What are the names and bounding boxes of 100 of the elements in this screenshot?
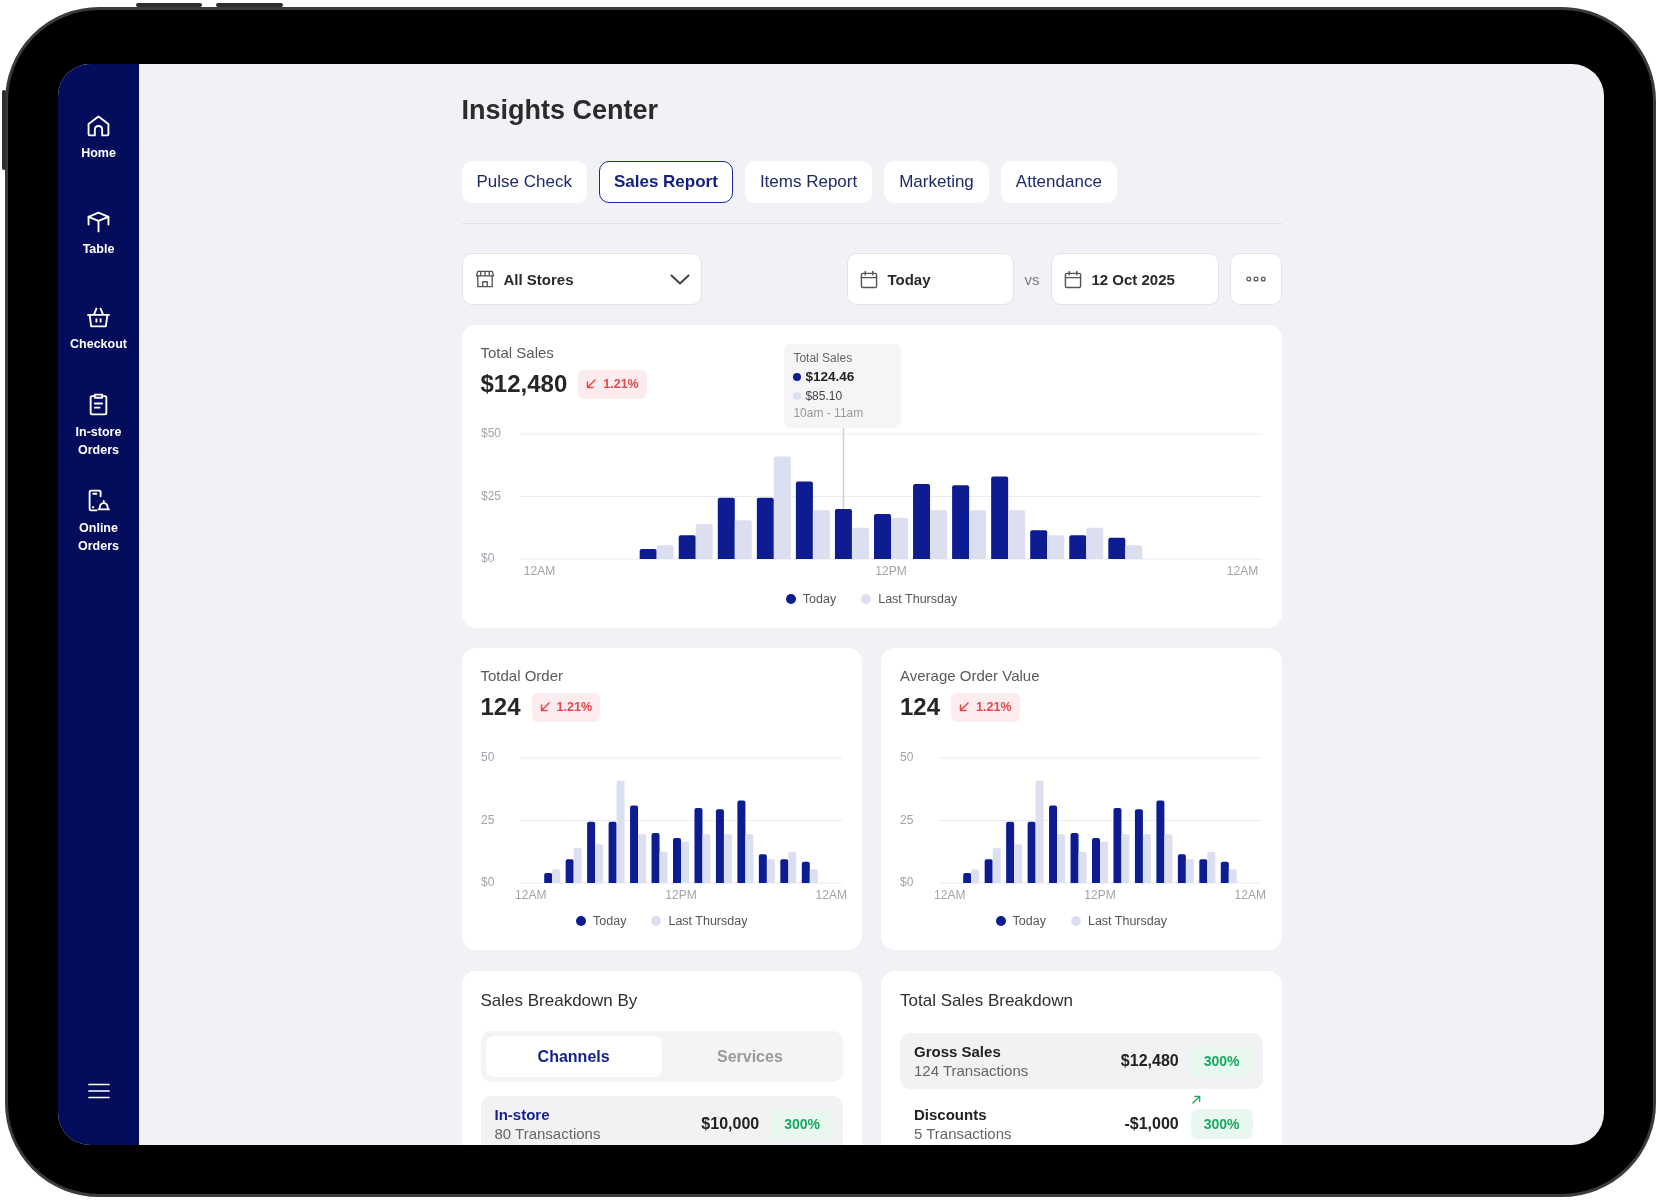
axis-label: 12AM <box>1226 564 1258 579</box>
frame-bump <box>136 3 202 7</box>
chart-bar <box>963 873 972 883</box>
axis-label: 12AM <box>815 888 847 903</box>
chart-bar <box>873 514 891 559</box>
chart-bar <box>1177 854 1186 883</box>
transaction-count: 80 Transactions <box>494 1124 601 1143</box>
store-icon <box>474 270 495 288</box>
tooltip-title: Total Sales <box>793 350 853 366</box>
chart-bar <box>656 545 674 559</box>
chart-bar <box>766 859 775 883</box>
menu-button[interactable] <box>87 1083 110 1099</box>
metric-value: 124 <box>900 692 941 722</box>
axis-label: 12AM <box>523 564 555 579</box>
tooltip-value: $124.46 <box>805 368 855 386</box>
row-title: Discounts <box>914 1105 987 1124</box>
channel-link[interactable]: In-store <box>494 1105 550 1124</box>
axis-label: $0 <box>480 551 494 566</box>
nav-item[interactable]: In-store Orders <box>61 393 136 459</box>
axis-label: 25 <box>900 812 914 827</box>
row-title: Gross Sales <box>914 1042 1001 1061</box>
chart-bar <box>1185 859 1194 883</box>
chart-bar <box>1068 535 1086 559</box>
transaction-count: 124 Transactions <box>914 1061 1029 1080</box>
axis-label: 12AM <box>514 888 546 903</box>
chart-bar <box>787 851 796 883</box>
basket-icon <box>87 307 110 328</box>
tab[interactable]: Attendance <box>1000 161 1117 203</box>
legend-label: Today <box>593 913 627 929</box>
date-button[interactable]: 12 Oct 2025 <box>1050 253 1219 305</box>
chart-bar <box>1207 851 1216 883</box>
chart-bar <box>680 841 689 883</box>
tab[interactable]: Pulse Check <box>461 161 587 203</box>
calendar-icon <box>859 269 878 289</box>
metric-value: $12,480 <box>480 369 568 399</box>
card-title: Totdal Order <box>480 666 564 686</box>
axis-label: 12PM <box>1084 888 1116 903</box>
chart-bar <box>1199 859 1208 883</box>
card-title: Average Order Value <box>900 666 1040 686</box>
section-title: Sales Breakdown By <box>480 990 638 1012</box>
tab[interactable]: Marketing <box>884 161 989 203</box>
card-title: Total Sales <box>480 343 554 363</box>
tooltip-time: 10am - 11am <box>793 405 864 421</box>
tab[interactable]: Items Report <box>744 161 873 203</box>
metric-value: 124 <box>480 692 521 722</box>
chart-bar <box>551 869 560 883</box>
chevron-down-icon <box>669 273 690 285</box>
breakdown-row[interactable]: In-store 80 Transactions $10,000 300% <box>480 1096 843 1145</box>
nav-item[interactable]: Checkout <box>70 307 127 353</box>
change-value: 1.21% <box>556 700 592 714</box>
home-icon <box>87 114 110 137</box>
date-button[interactable]: Today <box>846 253 1014 305</box>
axis-label: 25 <box>480 812 494 827</box>
chart-bar <box>971 869 980 883</box>
chart-bar <box>639 549 657 559</box>
change-value: 1.21% <box>976 700 1012 714</box>
page-title: Insights Center <box>461 94 659 126</box>
arrow-down-left-icon <box>959 702 970 712</box>
legend-label: Today <box>1012 913 1046 929</box>
axis-label: $0 <box>480 875 494 890</box>
axis-label: $25 <box>480 488 501 503</box>
nav-item[interactable]: Online Orders <box>61 489 136 555</box>
clipboard-icon <box>89 393 108 416</box>
axis-label: $50 <box>480 426 501 441</box>
store-dropdown[interactable]: All Stores <box>461 253 702 305</box>
more-icon <box>1245 276 1266 282</box>
legend-label: Last Thursday <box>668 913 748 929</box>
row-amount: -$1,000 <box>1124 1115 1179 1133</box>
table-icon <box>87 210 110 233</box>
segment-tab[interactable]: Channels <box>485 1036 662 1077</box>
change-badge: 300% <box>771 1109 833 1139</box>
legend-label: Last Thursday <box>878 591 958 607</box>
chart-bar <box>779 859 788 883</box>
axis-label: 12AM <box>934 888 966 903</box>
phone-cloche-icon <box>87 489 110 512</box>
change-badge: 300% <box>1190 1109 1253 1139</box>
axis-label: 12PM <box>664 888 697 903</box>
transaction-count: 5 Transactions <box>914 1124 1012 1143</box>
axis-label: 50 <box>900 750 914 765</box>
arrow-down-left-icon <box>586 379 597 389</box>
nav-item[interactable]: Home <box>81 114 116 162</box>
change-value: 1.21% <box>603 377 639 391</box>
change-badge: 300% <box>1190 1046 1253 1076</box>
breakdown-row[interactable]: Discounts 5 Transactions -$1,000 300% <box>900 1096 1263 1145</box>
chart-bar <box>543 873 552 883</box>
chart-bar <box>1085 527 1103 559</box>
nav-item[interactable]: Table <box>82 210 115 258</box>
tab[interactable]: Sales Report <box>598 161 733 203</box>
menu-icon <box>87 1083 110 1099</box>
legend-label: Today <box>802 591 837 607</box>
chart-bar <box>672 838 681 883</box>
frame-bump <box>216 3 283 7</box>
axis-label: $0 <box>900 875 914 890</box>
row-amount: $10,000 <box>701 1115 760 1133</box>
arrow-down-left-icon <box>539 702 550 712</box>
legend-label: Last Thursday <box>1087 913 1167 929</box>
chart-bar <box>758 854 767 883</box>
axis-label: 12PM <box>874 564 907 579</box>
row-amount: $12,480 <box>1120 1052 1179 1070</box>
section-title: Total Sales Breakdown <box>900 990 1073 1012</box>
